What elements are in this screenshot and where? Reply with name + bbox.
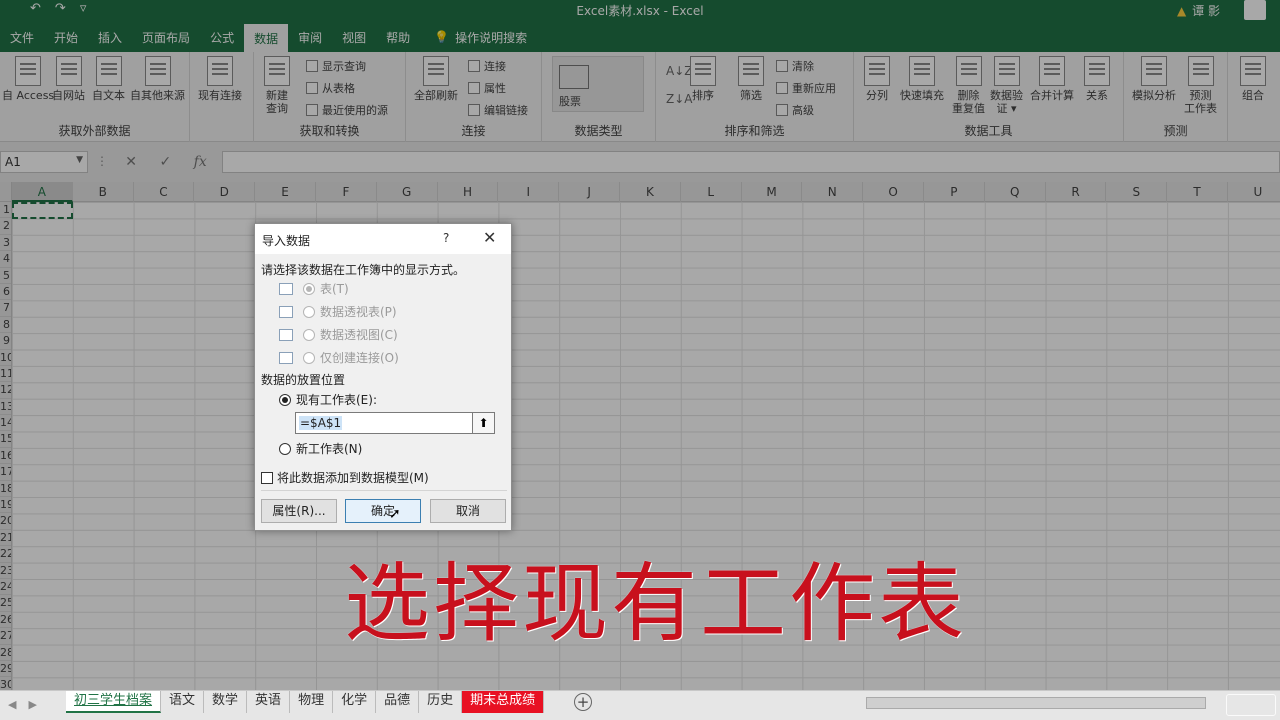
new-worksheet-label: 新工作表(N)	[296, 442, 363, 456]
sheet-tab[interactable]: 期末总成绩	[462, 691, 545, 713]
reference-input[interactable]: =$A$1 ⬆	[295, 412, 495, 434]
divider	[261, 490, 507, 491]
connection-only-icon	[279, 351, 293, 364]
option-table[interactable]: 表(T)	[279, 280, 349, 297]
option-table-label: 表(T)	[320, 282, 349, 296]
sheet-tab[interactable]: 历史	[419, 691, 463, 713]
placement-heading: 数据的放置位置	[261, 373, 346, 387]
scroll-left-icon[interactable]: ◀	[8, 698, 16, 711]
sheet-tab[interactable]: 语文	[161, 691, 205, 713]
option-pivot-chart-label: 数据透视图(C)	[320, 328, 398, 342]
radio-new-worksheet[interactable]	[279, 442, 291, 455]
horizontal-scrollbar[interactable]	[866, 697, 1206, 709]
mouse-cursor-icon: ➚	[389, 506, 401, 522]
sheet-tab[interactable]: 数学	[204, 691, 248, 713]
reference-value: =$A$1	[299, 416, 343, 430]
sheet-tab[interactable]: 初三学生档案	[66, 691, 162, 713]
sheet-navigation: ◀ ▶	[8, 698, 37, 711]
pivot-chart-icon	[279, 328, 293, 341]
sheet-tabs: 初三学生档案 语文 数学 英语 物理 化学 品德 历史 期末总成绩	[66, 691, 545, 713]
radio-connection-only[interactable]	[303, 351, 315, 364]
add-to-data-model-label: 将此数据添加到数据模型(M)	[277, 471, 429, 485]
add-to-data-model-checkbox[interactable]: 将此数据添加到数据模型(M)	[261, 469, 429, 486]
option-connection-only-label: 仅创建连接(O)	[320, 351, 399, 365]
checkbox-box[interactable]	[261, 471, 273, 484]
option-pivot-chart[interactable]: 数据透视图(C)	[279, 326, 398, 343]
scroll-right-icon[interactable]: ▶	[28, 698, 36, 711]
existing-worksheet-label: 现有工作表(E):	[296, 393, 377, 407]
help-icon[interactable]: ?	[443, 231, 449, 245]
dialog-prompt: 请选择该数据在工作簿中的显示方式。	[261, 263, 466, 277]
dialog-title: 导入数据	[262, 234, 311, 248]
sheet-tab[interactable]: 品德	[376, 691, 420, 713]
radio-table[interactable]	[303, 282, 315, 295]
close-icon[interactable]: ✕	[483, 228, 496, 247]
camera-watermark-icon	[1226, 694, 1276, 716]
sheet-tab-bar: ◀ ▶ 初三学生档案 语文 数学 英语 物理 化学 品德 历史 期末总成绩 +	[0, 690, 1280, 720]
option-pivot-table-label: 数据透视表(P)	[320, 305, 397, 319]
add-sheet-button[interactable]: +	[574, 693, 592, 711]
collapse-dialog-icon[interactable]: ⬆	[472, 413, 494, 433]
table-icon	[279, 282, 293, 295]
import-data-dialog: 导入数据 ? ✕ 请选择该数据在工作簿中的显示方式。 表(T) 数据透视表(P)…	[254, 223, 512, 531]
radio-pivot-chart[interactable]	[303, 328, 315, 341]
radio-pivot-table[interactable]	[303, 305, 315, 318]
radio-existing-worksheet[interactable]	[279, 393, 291, 406]
option-new-worksheet[interactable]: 新工作表(N)	[279, 440, 362, 457]
sheet-tab[interactable]: 物理	[290, 691, 334, 713]
ok-button[interactable]: 确定	[345, 499, 421, 523]
sheet-tab[interactable]: 英语	[247, 691, 291, 713]
video-caption: 选择现有工作表	[344, 554, 967, 654]
dialog-title-bar: 导入数据 ? ✕	[255, 224, 511, 254]
excel-window: ↶ ↷ ▿ Excel素材.xlsx - Excel ▲ 谭 影 文件 开始 插…	[0, 0, 1280, 720]
option-connection-only[interactable]: 仅创建连接(O)	[279, 349, 399, 366]
pivot-table-icon	[279, 305, 293, 318]
option-pivot-table[interactable]: 数据透视表(P)	[279, 303, 397, 320]
sheet-tab[interactable]: 化学	[333, 691, 377, 713]
cancel-button[interactable]: 取消	[430, 499, 506, 523]
properties-button[interactable]: 属性(R)...	[261, 499, 337, 523]
option-existing-worksheet[interactable]: 现有工作表(E):	[279, 391, 377, 408]
